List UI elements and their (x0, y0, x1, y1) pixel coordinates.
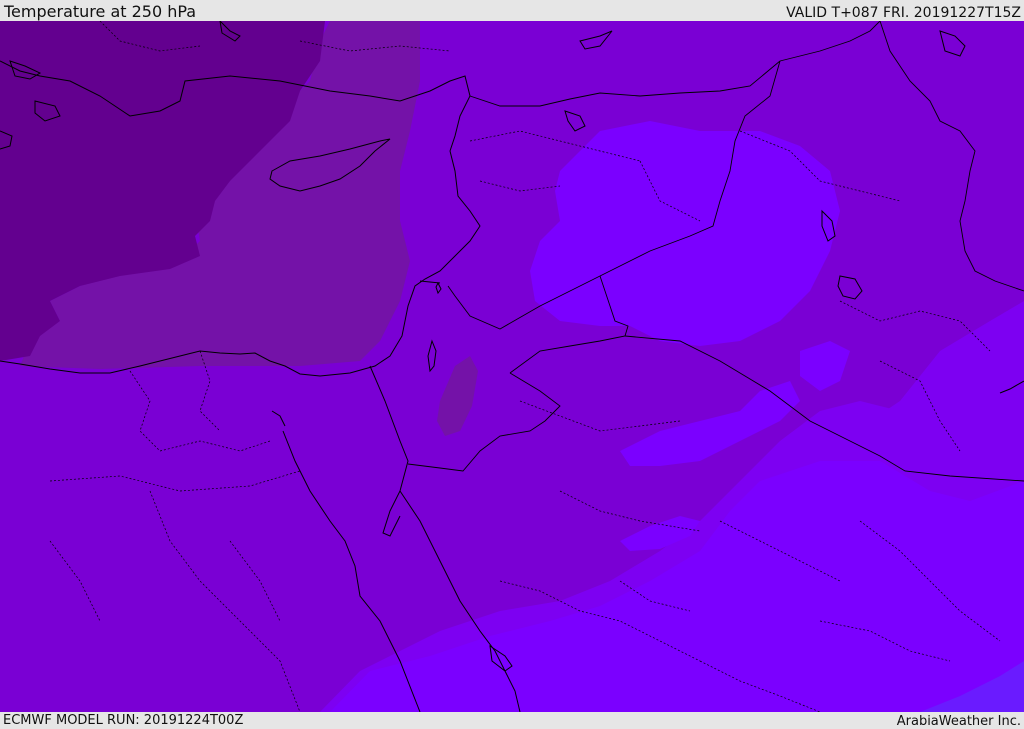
map-figure: Temperature at 250 hPa VALID T+087 FRI. … (0, 0, 1024, 729)
temperature-field (0, 21, 1024, 712)
model-run-label: ECMWF MODEL RUN: 20191224T00Z (3, 713, 244, 728)
header-bar: Temperature at 250 hPa VALID T+087 FRI. … (0, 0, 1024, 21)
valid-time: VALID T+087 FRI. 20191227T15Z (786, 5, 1021, 21)
credit-label: ArabiaWeather Inc. (896, 714, 1021, 729)
map-title: Temperature at 250 hPa (4, 2, 197, 21)
map-canvas (0, 21, 1024, 712)
